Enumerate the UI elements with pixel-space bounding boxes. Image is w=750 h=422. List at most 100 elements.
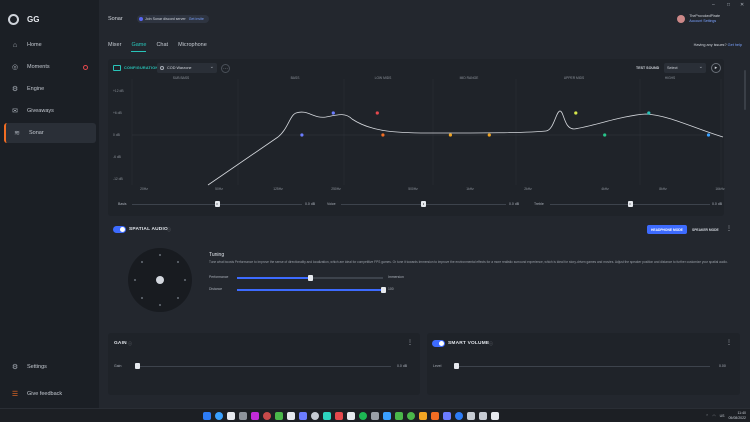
distance-slider-track[interactable] bbox=[237, 287, 386, 293]
discord-invite-link[interactable]: Get invite bbox=[189, 17, 204, 21]
maximize-button[interactable]: □ bbox=[727, 2, 730, 8]
taskbar-app-icon[interactable] bbox=[335, 412, 343, 420]
taskbar-app-icon[interactable] bbox=[251, 412, 259, 420]
taskbar-app-icon[interactable] bbox=[287, 412, 295, 420]
eq-point-6[interactable] bbox=[487, 133, 491, 137]
taskbar-app-icon[interactable] bbox=[227, 412, 235, 420]
smart-volume-slider-thumb[interactable] bbox=[453, 363, 459, 369]
eq-point-4[interactable] bbox=[381, 133, 385, 137]
distance-slider-thumb[interactable] bbox=[380, 287, 386, 293]
eq-point-2[interactable] bbox=[331, 111, 335, 115]
spatial-audio-toggle[interactable] bbox=[113, 226, 126, 233]
taskbar-app-icon[interactable] bbox=[383, 412, 391, 420]
more-options-icon[interactable]: ⋮ bbox=[726, 339, 732, 346]
user-menu[interactable]: TheProvokedPirate Account Settings bbox=[677, 14, 720, 23]
smart-volume-value: 0.00 bbox=[719, 364, 726, 368]
treble-slider-row: Treble ‖ 0.0 dB bbox=[534, 201, 724, 207]
gain-slider-track[interactable] bbox=[137, 366, 391, 367]
sidebar-item-home[interactable]: ⌂ Home bbox=[4, 35, 96, 55]
close-button[interactable]: ✕ bbox=[740, 2, 744, 8]
speaker-dot bbox=[141, 297, 143, 299]
smart-volume-slider-track[interactable] bbox=[456, 366, 710, 367]
eq-point-7[interactable] bbox=[574, 111, 578, 115]
eq-point-8[interactable] bbox=[603, 133, 607, 137]
chevron-up-icon[interactable]: ⌃ bbox=[706, 414, 709, 418]
voice-slider-thumb[interactable]: ‖ bbox=[421, 201, 426, 207]
treble-slider-thumb[interactable]: ‖ bbox=[627, 201, 633, 207]
eq-point-5[interactable] bbox=[448, 133, 452, 137]
info-icon[interactable]: ⓘ bbox=[128, 341, 132, 347]
record-indicator-icon bbox=[83, 64, 88, 70]
taskbar-app-icon[interactable] bbox=[395, 412, 403, 420]
language-indicator[interactable]: US bbox=[720, 414, 725, 418]
taskbar-app-icon[interactable] bbox=[347, 412, 355, 420]
sidebar-item-moments[interactable]: ◎ Moments bbox=[4, 57, 96, 77]
taskbar-app-icon[interactable] bbox=[263, 412, 271, 420]
tab-mixer[interactable]: Mixer bbox=[108, 42, 121, 52]
help-text: Having any issues? bbox=[693, 43, 727, 47]
speaker-mode-button[interactable]: SPEAKER MODE bbox=[688, 225, 723, 234]
taskbar-app-icon[interactable] bbox=[203, 412, 211, 420]
smart-volume-card: SMART VOLUME ⓘ ⋮ Level 0.00 bbox=[427, 333, 740, 395]
equalizer-graph[interactable] bbox=[108, 59, 724, 216]
tab-chat[interactable]: Chat bbox=[156, 42, 168, 52]
more-options-icon[interactable]: ⋮ bbox=[726, 225, 732, 232]
taskbar-app-icon[interactable] bbox=[359, 412, 367, 420]
wifi-icon[interactable]: ◠ bbox=[713, 414, 716, 418]
sidebar-item-settings[interactable]: ⚙ Settings bbox=[4, 357, 96, 377]
scrollbar[interactable] bbox=[744, 70, 746, 110]
treble-slider-label: Treble bbox=[534, 202, 544, 206]
info-icon[interactable]: ⓘ bbox=[167, 227, 171, 233]
sidebar-item-feedback[interactable]: ☰ Give feedback bbox=[4, 384, 96, 404]
immersion-label: Immersion bbox=[388, 275, 404, 279]
taskbar-app-icon[interactable] bbox=[275, 412, 283, 420]
tab-microphone[interactable]: Microphone bbox=[178, 42, 207, 52]
taskbar-app-icon[interactable] bbox=[479, 412, 487, 420]
eq-point-9[interactable] bbox=[647, 111, 651, 115]
bass-slider-thumb[interactable]: ‖ bbox=[214, 201, 220, 207]
logo: GG bbox=[8, 14, 39, 25]
account-settings-link[interactable]: Account Settings bbox=[689, 19, 720, 24]
taskbar-app-icon[interactable] bbox=[431, 412, 439, 420]
sidebar-item-giveaways[interactable]: ✉ Giveaways bbox=[4, 101, 96, 121]
logo-text: GG bbox=[27, 15, 40, 24]
taskbar-app-icon[interactable] bbox=[371, 412, 379, 420]
tab-bar: Mixer Game Chat Microphone bbox=[108, 42, 207, 52]
taskbar-app-icon[interactable] bbox=[311, 412, 319, 420]
eq-point-1[interactable] bbox=[300, 133, 304, 137]
taskbar-app-icon[interactable] bbox=[491, 412, 499, 420]
gain-slider-thumb[interactable] bbox=[134, 363, 140, 369]
info-icon[interactable]: ⓘ bbox=[489, 341, 493, 347]
discord-banner[interactable]: Join Sonar discord server Get invite bbox=[137, 15, 209, 23]
sidebar-item-sonar[interactable]: ≋ Sonar bbox=[4, 123, 96, 143]
taskbar-app-icon[interactable] bbox=[455, 412, 463, 420]
taskbar-app-icon[interactable] bbox=[407, 412, 415, 420]
sidebar-item-engine[interactable]: ⚙ Engine bbox=[4, 79, 96, 99]
taskbar-app-icon[interactable] bbox=[443, 412, 451, 420]
taskbar-app-icon[interactable] bbox=[323, 412, 331, 420]
taskbar-app-icon[interactable] bbox=[239, 412, 247, 420]
performance-slider-thumb[interactable] bbox=[307, 275, 313, 281]
taskbar-app-icon[interactable] bbox=[467, 412, 475, 420]
tab-game[interactable]: Game bbox=[131, 42, 147, 52]
eq-point-10[interactable] bbox=[706, 133, 711, 137]
speaker-dot bbox=[159, 304, 161, 306]
steelseries-logo-icon bbox=[8, 14, 19, 25]
x-axis-label: 50Hz bbox=[215, 187, 223, 191]
bass-slider-row: Basis ‖ 0.0 dB bbox=[118, 201, 318, 207]
taskbar-app-icon[interactable] bbox=[215, 412, 223, 420]
headphone-mode-button[interactable]: HEADPHONE MODE bbox=[647, 225, 687, 234]
performance-slider-track[interactable] bbox=[237, 275, 383, 281]
minimize-button[interactable]: – bbox=[712, 2, 715, 8]
sidebar-item-label: Engine bbox=[27, 86, 45, 92]
get-help-link[interactable]: Get help bbox=[728, 43, 742, 47]
taskbar-app-icon[interactable] bbox=[299, 412, 307, 420]
taskbar-app-icon[interactable] bbox=[419, 412, 427, 420]
speaker-position-pad[interactable] bbox=[128, 248, 192, 312]
eq-point-3[interactable] bbox=[375, 111, 379, 115]
giveaways-icon: ✉ bbox=[12, 108, 18, 115]
listener-head-icon[interactable] bbox=[156, 276, 164, 284]
smart-volume-toggle[interactable] bbox=[432, 340, 445, 347]
clock[interactable]: 11:40 05/08/2022 bbox=[728, 411, 746, 420]
more-options-icon[interactable]: ⋮ bbox=[407, 339, 413, 346]
